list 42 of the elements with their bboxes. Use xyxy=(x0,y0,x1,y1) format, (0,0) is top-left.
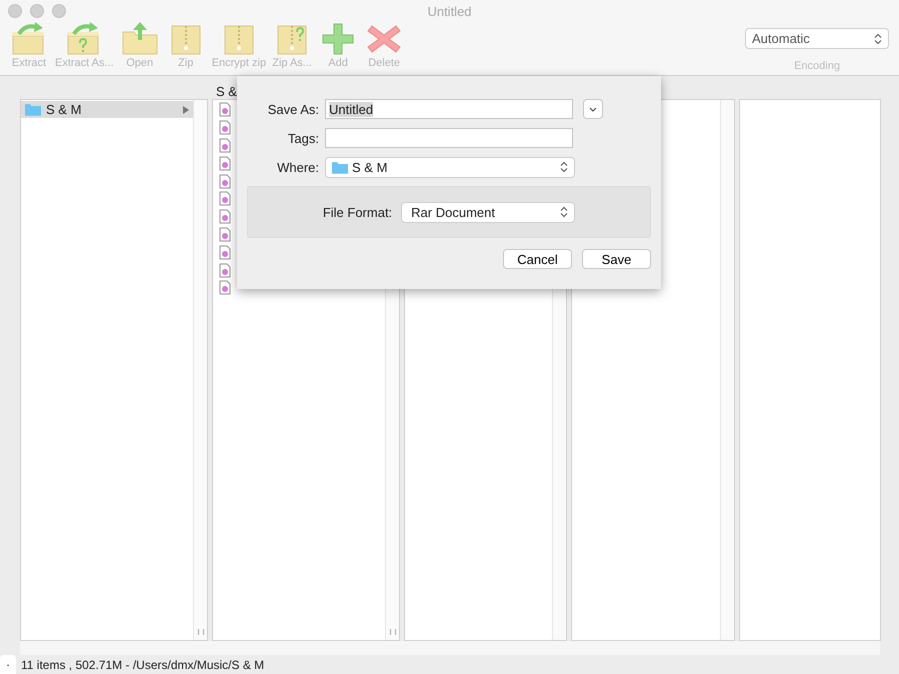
chevron-down-icon xyxy=(589,106,597,112)
column-header: S & xyxy=(216,84,237,99)
audio-file-icon xyxy=(219,226,231,242)
audio-file-icon xyxy=(219,120,231,136)
file-format-label: File Format: xyxy=(322,204,392,220)
dialog-button[interactable]: Cancel xyxy=(503,249,572,269)
window-title: Untitled xyxy=(426,4,473,18)
save-as-label: Save As: xyxy=(266,102,319,116)
chevron-updown-icon xyxy=(874,32,882,44)
disclosure-icon xyxy=(183,106,189,114)
status-text: 11 items , 502.71M - /Users/dmx/Music/S & M xyxy=(21,658,264,672)
chevron-updown-icon xyxy=(560,206,568,218)
folder-arrow-icon xyxy=(120,22,160,56)
dialog-button[interactable]: Save xyxy=(582,249,651,269)
encoding-label: Encoding xyxy=(794,60,840,72)
where-label: Where: xyxy=(276,160,319,174)
folder-icon xyxy=(332,160,348,174)
audio-file-icon xyxy=(219,102,231,118)
file-format-select[interactable]: Rar Document xyxy=(401,202,576,222)
scrollbar[interactable] xyxy=(20,641,880,655)
audio-file-icon xyxy=(219,209,231,224)
status-tab[interactable]: . xyxy=(0,655,16,674)
audio-file-icon xyxy=(219,244,231,260)
folder-icon xyxy=(25,103,41,116)
folder-item[interactable]: S & M xyxy=(21,101,193,118)
audio-file-icon xyxy=(219,156,231,171)
save-as-field[interactable]: Untitled xyxy=(325,99,573,119)
scrollbar[interactable] xyxy=(720,100,734,640)
encoding-select[interactable]: Automatic xyxy=(745,28,889,49)
tags-field[interactable] xyxy=(325,128,573,148)
minimize-button[interactable] xyxy=(30,4,44,18)
tags-label: Tags: xyxy=(286,130,319,146)
audio-file-icon xyxy=(219,262,231,278)
audio-file-icon xyxy=(219,280,231,296)
audio-file-icon xyxy=(219,191,231,206)
audio-file-icon xyxy=(219,138,231,153)
expand-button[interactable] xyxy=(583,99,603,119)
close-button[interactable] xyxy=(8,4,22,18)
zoom-button[interactable] xyxy=(52,4,66,18)
audio-file-icon xyxy=(219,174,231,189)
where-select[interactable]: S & M xyxy=(325,156,575,178)
chevron-updown-icon xyxy=(560,161,568,173)
